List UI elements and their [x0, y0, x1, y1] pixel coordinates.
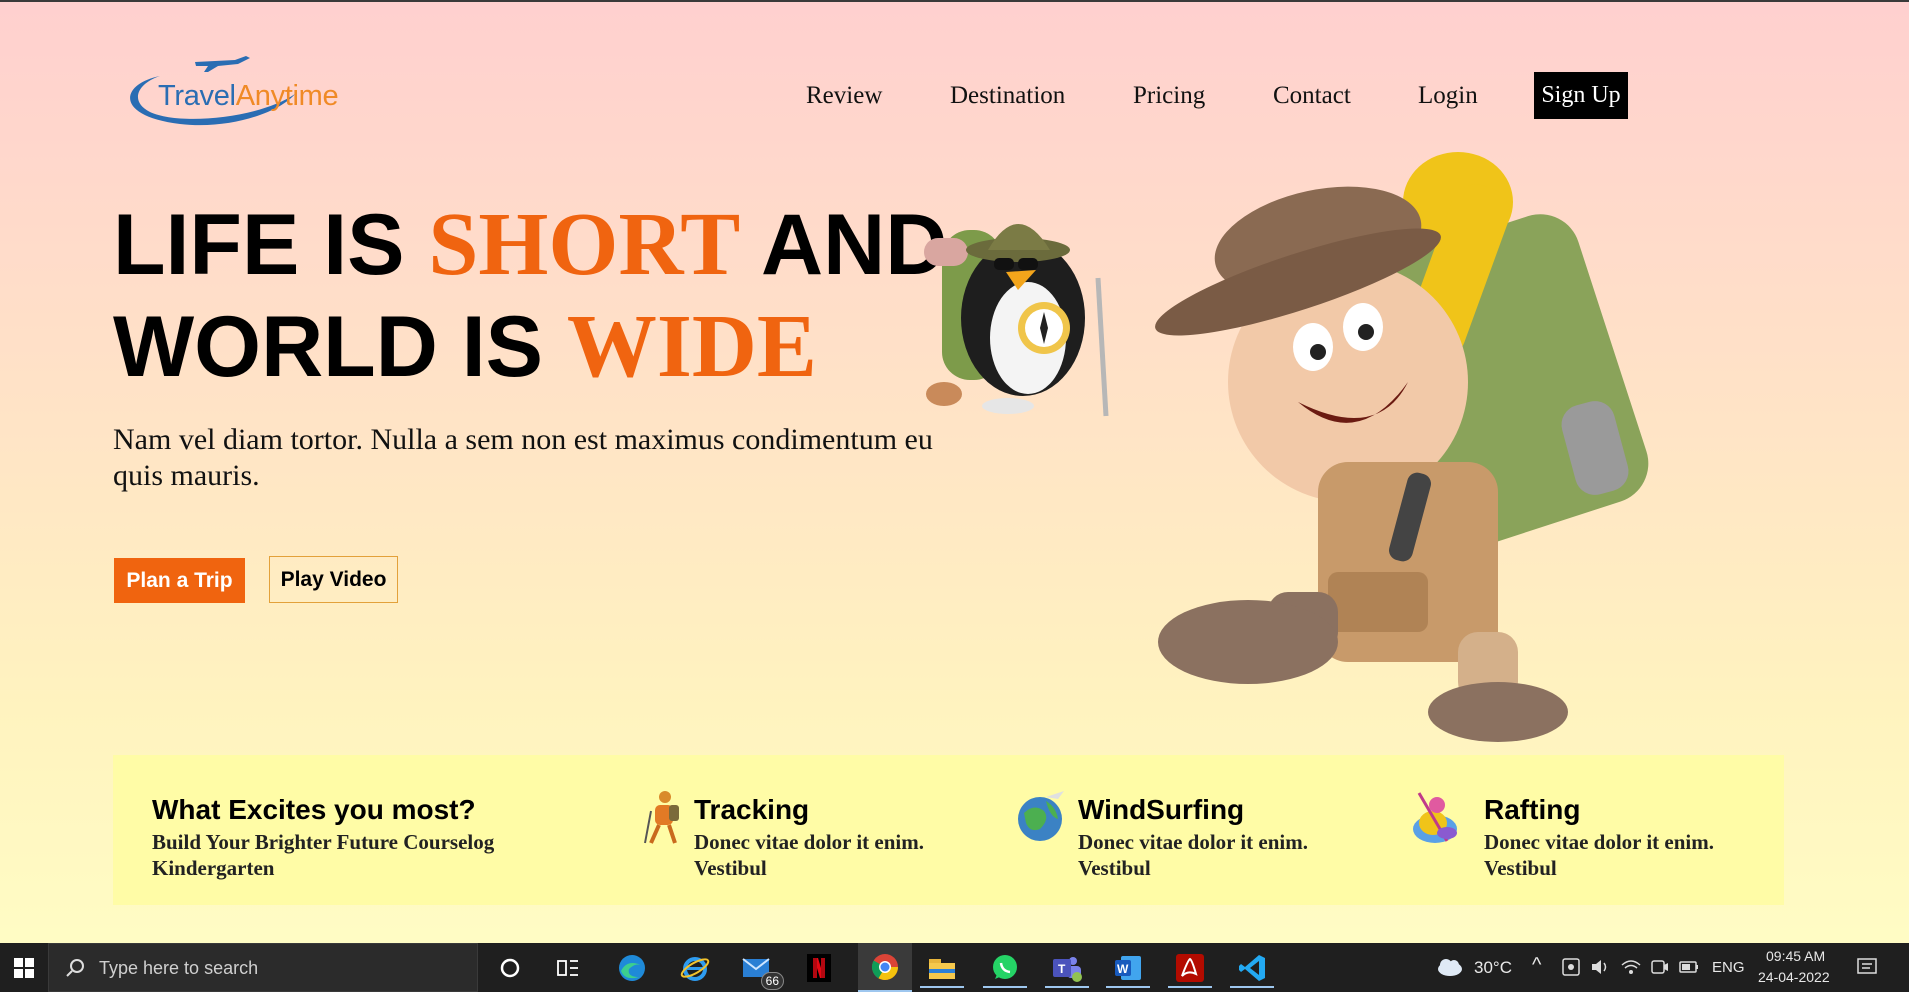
nav-destination[interactable]: Destination — [950, 82, 1065, 110]
taskbar-acrobat[interactable] — [1168, 950, 1212, 988]
nav-review[interactable]: Review — [806, 82, 882, 110]
weather-temperature[interactable]: 30°C — [1474, 958, 1512, 978]
features-intro-text: Build Your Brighter Future Courselog Kin… — [152, 830, 495, 880]
feature-tracking-text: Donec vitae dolor it enim. Vestibul — [694, 830, 924, 880]
taskbar-search-box[interactable]: Type here to search — [48, 943, 478, 992]
search-icon — [66, 959, 84, 977]
start-button[interactable] — [0, 943, 48, 992]
edge-icon — [619, 955, 645, 981]
mail-badge: 66 — [760, 972, 784, 990]
notifications-icon[interactable] — [1856, 957, 1878, 977]
netflix-icon — [807, 954, 831, 982]
whatsapp-icon — [993, 955, 1017, 979]
task-view-icon — [557, 960, 578, 976]
hero-accent-wide: WIDE — [566, 297, 817, 396]
landing-page: TravelAnytime Review Destination Pricing… — [0, 2, 1909, 943]
internet-explorer-icon — [680, 957, 710, 981]
feature-tracking-title: Tracking — [694, 794, 810, 825]
taskbar-chrome[interactable] — [858, 943, 912, 992]
battery-icon[interactable] — [1678, 957, 1700, 977]
nav-login[interactable]: Login — [1418, 82, 1478, 110]
feature-windsurfing-title: WindSurfing — [1078, 794, 1245, 825]
camera-icon[interactable] — [1650, 957, 1670, 977]
feature-windsurfing-text: Donec vitae dolor it enim. Vestibul — [1078, 830, 1308, 880]
cortana-button[interactable] — [488, 950, 532, 986]
hero-line1-start: LIFE IS — [113, 197, 429, 293]
language-indicator[interactable]: ENG — [1712, 959, 1745, 976]
features-band: What Excites you most? Build Your Bright… — [113, 755, 1784, 905]
hero-headline: LIFE IS SHORT AND WORLD IS WIDE — [113, 194, 947, 398]
taskbar-search-placeholder: Type here to search — [99, 958, 259, 978]
word-icon: W — [1115, 956, 1141, 980]
taskbar-word[interactable]: W — [1106, 950, 1150, 988]
wifi-icon[interactable] — [1620, 957, 1642, 977]
rafting-icon — [1413, 792, 1457, 843]
taskbar-internet-explorer[interactable] — [673, 950, 717, 986]
hero-line1-end: AND — [740, 197, 948, 293]
cortana-icon — [500, 958, 520, 978]
file-explorer-icon — [929, 959, 955, 979]
vscode-icon — [1239, 955, 1265, 981]
taskbar-teams[interactable]: T — [1045, 950, 1089, 988]
features-intro-title: What Excites you most? — [152, 794, 476, 825]
hiker-icon — [644, 791, 679, 844]
taskbar-mail[interactable]: 66 — [736, 950, 784, 990]
acrobat-icon — [1176, 954, 1204, 982]
taskbar-vscode[interactable] — [1230, 950, 1274, 988]
chrome-icon — [871, 953, 899, 980]
penguin-traveler-illustration — [924, 224, 1109, 417]
globe-plane-icon — [1018, 791, 1064, 841]
windows-taskbar: Type here to search 66 T W 30°C ^ ENG 09… — [0, 943, 1909, 992]
chevron-up-icon[interactable]: ^ — [1532, 954, 1541, 977]
hero-line2-start: WORLD IS — [113, 299, 567, 395]
taskbar-edge[interactable] — [610, 950, 654, 986]
windows-logo-icon — [14, 957, 34, 978]
play-video-button[interactable]: Play Video — [269, 556, 398, 603]
feature-rafting-title: Rafting — [1484, 794, 1581, 825]
clock-date[interactable]: 24-04-2022 — [1758, 969, 1830, 985]
taskbar-netflix[interactable] — [797, 950, 841, 986]
feature-rafting-text: Donec vitae dolor it enim. Vestibul — [1484, 830, 1714, 880]
svg-text:W: W — [1117, 962, 1129, 976]
teams-icon: T — [1053, 957, 1082, 982]
main-nav: Review Destination Pricing Contact Login… — [0, 72, 1909, 122]
boy-explorer-illustration — [1155, 152, 1649, 742]
signup-button[interactable]: Sign Up — [1534, 72, 1628, 119]
nav-pricing[interactable]: Pricing — [1133, 82, 1205, 110]
svg-text:T: T — [1058, 962, 1066, 976]
hero-accent-short: SHORT — [428, 195, 741, 294]
network-icon[interactable] — [1561, 957, 1581, 977]
weather-cloud-icon — [1438, 959, 1462, 976]
clock-time[interactable]: 09:45 AM — [1766, 948, 1825, 964]
taskbar-file-explorer[interactable] — [920, 950, 964, 988]
plan-trip-button[interactable]: Plan a Trip — [114, 558, 245, 603]
nav-contact[interactable]: Contact — [1273, 82, 1351, 110]
volume-icon[interactable] — [1590, 957, 1612, 977]
hero-subtitle: Nam vel diam tortor. Nulla a sem non est… — [113, 423, 933, 492]
hero-headline-line1: LIFE IS SHORT AND — [113, 194, 947, 296]
hero-headline-line2: WORLD IS WIDE — [113, 296, 947, 398]
taskbar-whatsapp[interactable] — [983, 950, 1027, 988]
task-view-button[interactable] — [546, 950, 590, 986]
